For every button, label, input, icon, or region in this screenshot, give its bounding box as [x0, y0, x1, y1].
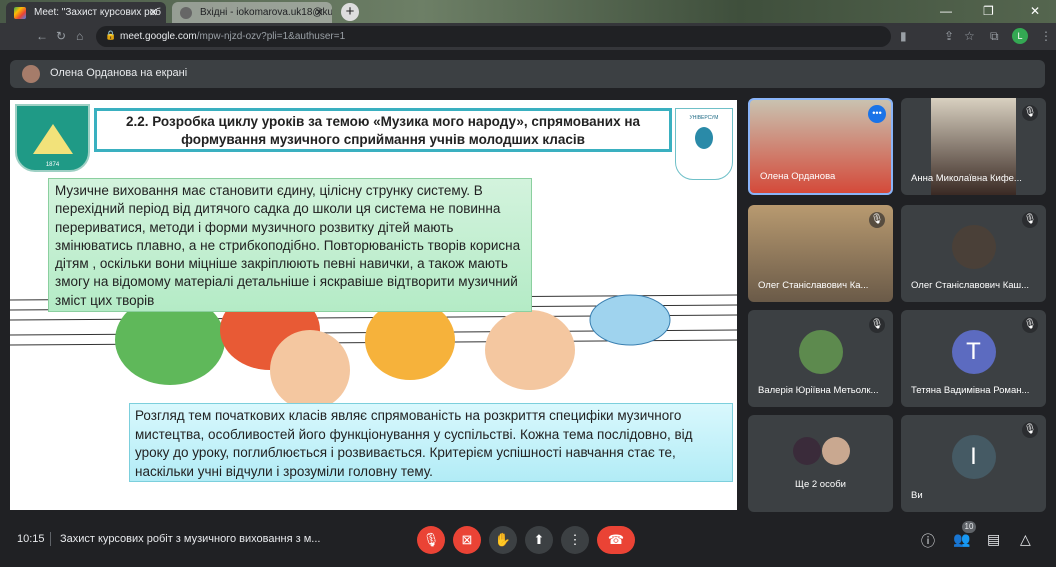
banner-text: Олена Орданова на екрані	[50, 67, 188, 79]
logo-year: 1874	[45, 162, 60, 168]
participant-name: Олег Станіславович Каш...	[911, 280, 1030, 291]
participant-tile[interactable]: 🎙 Валерія Юріївна Метьолк...	[748, 310, 893, 407]
mic-off-icon: 🎙	[1022, 105, 1038, 121]
close-tab-icon[interactable]: ✕	[315, 6, 324, 19]
meet-favicon-icon	[14, 7, 26, 19]
reload-icon[interactable]: ↻	[56, 29, 66, 43]
avatar	[798, 330, 843, 374]
activities-icon[interactable]: △	[1020, 531, 1031, 548]
raise-hand-button[interactable]: ✋	[489, 526, 517, 554]
participant-tile[interactable]: Ще 2 особи	[748, 415, 893, 512]
logo-text: УНІВЕРСУМ	[689, 115, 719, 121]
mic-off-icon: 🎙	[1022, 317, 1038, 333]
universum-logo: УНІВЕРСУМ	[675, 108, 733, 180]
participant-name: Ви	[911, 490, 923, 501]
share-icon[interactable]: ⇪	[944, 29, 954, 43]
camera-toggle-button[interactable]: ⊠	[453, 526, 481, 554]
text-block-2: Розгляд тем початкових класів являє спря…	[129, 403, 733, 482]
participant-tile[interactable]: 🎙 Анна Миколаївна Кифе...	[901, 98, 1046, 195]
avatar	[22, 65, 40, 83]
participant-tile[interactable]: ••• Олена Орданова	[748, 98, 893, 195]
participant-name: Валерія Юріївна Метьолк...	[758, 385, 879, 396]
extensions-icon[interactable]: ⧉	[990, 29, 999, 44]
mic-off-icon: 🎙	[869, 212, 885, 228]
home-icon[interactable]: ⌂	[76, 29, 83, 43]
participant-tile[interactable]: 🎙 Олег Станіславович Ка...	[748, 205, 893, 302]
camera-off-icon: ⊠	[461, 532, 473, 547]
clock: 10:15	[17, 533, 45, 545]
back-icon[interactable]: ←	[36, 29, 48, 43]
slide-title: 2.2. Розробка циклу уроків за темою «Муз…	[94, 108, 672, 152]
participants-count-badge: 10	[962, 521, 976, 533]
participant-name: Ще 2 особи	[795, 479, 846, 490]
tab-label: Meet: "Захист курсових роб	[34, 7, 162, 18]
new-tab-button[interactable]: +	[341, 3, 359, 21]
lock-icon: 🔒	[105, 30, 117, 40]
close-window-icon[interactable]: ✕	[1030, 4, 1040, 18]
info-icon[interactable]: ⓘ	[921, 531, 935, 551]
university-logo-left: 1874	[15, 104, 90, 172]
avatar	[793, 437, 821, 465]
chat-icon[interactable]: ▤	[987, 531, 1000, 548]
shared-slide: 1874 2.2. Розробка циклу уроків за темою…	[10, 100, 737, 510]
participant-tile[interactable]: I 🎙 Ви	[901, 415, 1046, 512]
camera-icon[interactable]: ▮	[900, 29, 907, 43]
mic-toggle-button[interactable]: 🎙	[417, 526, 445, 554]
meeting-title: Захист курсових робіт з музичного вихова…	[60, 533, 321, 545]
avatar	[822, 437, 850, 465]
avatar	[951, 225, 996, 269]
avatar: I	[951, 435, 996, 479]
address-bar-row: ← ↻ ⌂ 🔒 meet.google.com/mpw-njzd-ozv?pli=…	[0, 23, 1056, 50]
presenting-banner: Олена Орданова на екрані	[10, 60, 1045, 88]
participant-name: Тетяна Вадимівна Роман...	[911, 385, 1030, 396]
hang-up-icon: ☎	[607, 532, 625, 547]
meeting-controls-bar: 10:15 Захист курсових робіт з музичного …	[0, 515, 1056, 567]
more-vert-icon: ⋮	[568, 532, 582, 547]
participant-tile[interactable]: Т 🎙 Тетяна Вадимівна Роман...	[901, 310, 1046, 407]
url-path: /mpw-njzd-ozv?pli=1&authuser=1	[196, 31, 346, 42]
more-options-icon[interactable]: •••	[868, 105, 886, 123]
text-block-1: Музичне виховання має становити єдину, ц…	[48, 178, 532, 312]
present-screen-icon: ⬆	[533, 532, 545, 547]
divider	[50, 532, 51, 546]
browser-tab-bar: Meet: "Захист курсових роб ✕ Вхідні - iok…	[0, 0, 1056, 23]
participant-name: Анна Миколаївна Кифе...	[911, 173, 1022, 184]
profile-avatar[interactable]: L	[1012, 28, 1028, 44]
tab-label: Вхідні - iokomarova.uk18@kubg	[200, 7, 332, 18]
menu-icon[interactable]: ⋮	[1040, 29, 1052, 43]
more-options-button[interactable]: ⋮	[561, 526, 589, 554]
minimize-icon[interactable]: —	[940, 4, 952, 18]
url-host: meet.google.com	[120, 31, 197, 42]
globe-icon	[180, 7, 192, 19]
leave-call-button[interactable]: ☎	[597, 526, 635, 554]
mic-off-icon: 🎙	[422, 532, 440, 547]
url-field[interactable]: 🔒 meet.google.com/mpw-njzd-ozv?pli=1&auth…	[96, 26, 891, 47]
present-button[interactable]: ⬆	[525, 526, 553, 554]
people-icon[interactable]: 👥	[953, 531, 970, 548]
mic-off-icon: 🎙	[1022, 212, 1038, 228]
mic-off-icon: 🎙	[1022, 422, 1038, 438]
tab-inbox[interactable]: Вхідні - iokomarova.uk18@kubg ✕	[172, 2, 332, 23]
bookmark-star-icon[interactable]: ☆	[964, 29, 975, 43]
close-tab-icon[interactable]: ✕	[149, 6, 158, 19]
maximize-icon[interactable]: ❐	[983, 4, 994, 18]
avatar: Т	[951, 330, 996, 374]
participant-name: Олег Станіславович Ка...	[758, 280, 869, 291]
participant-tile[interactable]: 🎙 Олег Станіславович Каш...	[901, 205, 1046, 302]
participant-name: Олена Орданова	[760, 171, 836, 182]
mic-off-icon: 🎙	[869, 317, 885, 333]
tab-meet[interactable]: Meet: "Захист курсових роб ✕	[6, 2, 166, 23]
hand-icon: ✋	[494, 532, 512, 547]
